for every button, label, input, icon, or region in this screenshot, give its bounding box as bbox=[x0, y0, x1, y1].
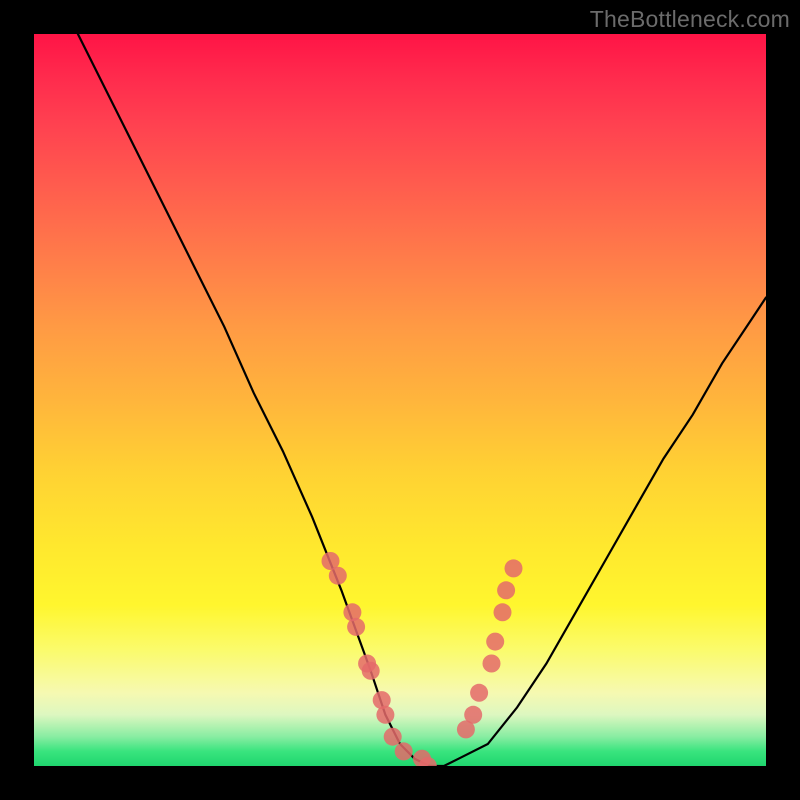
highlight-dot bbox=[362, 662, 380, 680]
highlight-dot bbox=[486, 633, 504, 651]
chart-plot-area bbox=[34, 34, 766, 766]
highlight-dot bbox=[347, 618, 365, 636]
highlight-dot bbox=[494, 603, 512, 621]
watermark-text: TheBottleneck.com bbox=[590, 6, 790, 33]
highlight-dot bbox=[497, 581, 515, 599]
highlight-dots-left bbox=[322, 552, 437, 766]
highlight-dot bbox=[464, 706, 482, 724]
highlight-dot bbox=[376, 706, 394, 724]
highlight-dot bbox=[329, 567, 347, 585]
highlight-dot bbox=[470, 684, 488, 702]
highlight-dot bbox=[483, 655, 501, 673]
highlight-dot bbox=[395, 742, 413, 760]
highlight-dot bbox=[505, 559, 523, 577]
highlight-dot bbox=[384, 728, 402, 746]
chart-frame: TheBottleneck.com bbox=[0, 0, 800, 800]
bottleneck-curve bbox=[78, 34, 766, 766]
chart-svg bbox=[34, 34, 766, 766]
